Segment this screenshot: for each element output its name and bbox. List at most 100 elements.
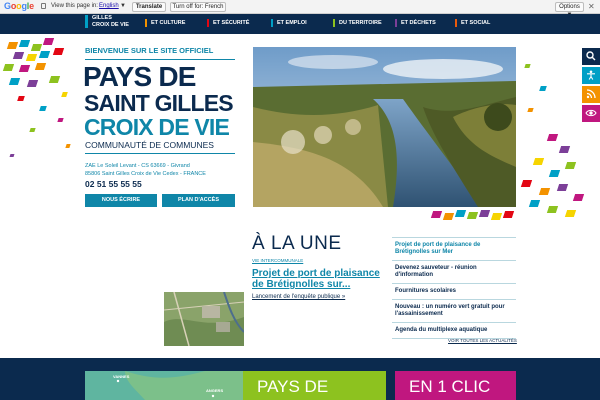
options-button[interactable]: Options ▼: [555, 2, 584, 18]
news-category[interactable]: VIE INTERCOMMUNALE: [252, 258, 303, 263]
mosaic-tile: [25, 54, 38, 61]
language-link[interactable]: English: [99, 3, 119, 9]
close-icon[interactable]: ✕: [588, 2, 595, 11]
nav-item-culture[interactable]: ET CULTURE: [145, 19, 185, 27]
mosaic-tile: [18, 65, 31, 72]
site-title-line2: SAINT GILLES: [84, 90, 234, 116]
nav-brand-line2: CROIX DE VIE: [92, 21, 129, 28]
google-logo: Google: [4, 1, 34, 11]
nav-item-territoire[interactable]: DU TERRITOIRE: [333, 19, 382, 27]
all-news-link[interactable]: VOIR TOUTES LES ACTUALITÉS: [448, 338, 517, 343]
search-button[interactable]: [582, 48, 600, 65]
rss-icon: [586, 89, 596, 99]
mosaic-tile: [39, 106, 47, 111]
mosaic-tile: [572, 194, 585, 201]
mosaic-tile: [26, 80, 39, 87]
mosaic-tile: [564, 210, 577, 217]
mosaic-tile: [454, 210, 467, 217]
mosaic-tile: [527, 108, 534, 112]
chevron-down-icon[interactable]: ▼: [120, 3, 126, 9]
mosaic-tile: [38, 51, 51, 58]
mosaic-tile: [9, 154, 15, 157]
turn-off-button[interactable]: Turn off for: French: [170, 2, 226, 12]
mosaic-tile: [442, 213, 455, 220]
main-nav: GILLES CROIX DE VIE ET CULTURE ET SÉCURI…: [0, 14, 600, 34]
address-line2: 85806 Saint Gilles Croix de Vie Cedex - …: [85, 171, 206, 177]
map-access-button[interactable]: PLAN D'ACCÈS: [162, 194, 235, 207]
territory-map[interactable]: VANNES ANGERS: [85, 371, 243, 400]
featured-article-title[interactable]: Projet de port de plaisance de Brétignol…: [252, 268, 392, 290]
mosaic-tile: [8, 78, 21, 85]
mosaic-tile: [528, 200, 541, 207]
mosaic-tile: [18, 40, 31, 47]
mosaic-tile: [12, 52, 25, 59]
mosaic-tile: [538, 188, 551, 195]
address: ZAE Le Soleil Levant - CS 63669 - Givran…: [85, 162, 206, 178]
mosaic-tile: [546, 134, 559, 141]
list-item[interactable]: Agenda du multiplexe aquatique: [392, 322, 516, 339]
mosaic-tile: [466, 212, 479, 219]
address-line1: ZAE Le Soleil Levant - CS 63669 - Givran…: [85, 163, 190, 169]
list-item[interactable]: Fournitures scolaires: [392, 283, 516, 299]
list-item[interactable]: Devenez sauveteur - réunion d'informatio…: [392, 260, 516, 283]
rss-button[interactable]: [582, 86, 600, 103]
translate-message: View this page in:: [51, 3, 98, 9]
one-click-banner[interactable]: EN 1 CLIC: [395, 371, 516, 400]
nav-item-dechets[interactable]: ET DÉCHETS: [395, 19, 436, 27]
mosaic-tile: [65, 144, 71, 148]
mosaic-tile: [57, 118, 64, 122]
contact-button[interactable]: NOUS ÉCRIRE: [85, 194, 157, 207]
one-click-banner-title: EN 1 CLIC: [409, 377, 491, 396]
mosaic-tile: [524, 64, 531, 68]
google-logo-letter: G: [4, 1, 11, 11]
featured-article-image[interactable]: [164, 292, 244, 346]
mosaic-tile: [532, 158, 545, 165]
site-title-line3: CROIX DE VIE: [84, 114, 230, 140]
hero-photo: [253, 47, 516, 207]
mosaic-tile: [546, 206, 559, 213]
lock-icon: [41, 3, 46, 9]
welcome-kicker: BIENVENUE SUR LE SITE OFFICIEL: [85, 46, 214, 55]
nav-item-social[interactable]: ET SOCIAL: [455, 19, 490, 27]
news-section: À LA UNE VIE INTERCOMMUNALE Projet de po…: [0, 222, 600, 358]
site-subtitle: COMMUNAUTÉ DE COMMUNES: [85, 140, 214, 150]
site-title-line1: PAYS DE: [83, 61, 196, 92]
mosaic-tile: [29, 128, 36, 132]
news-list: Projet de port de plaisance de Brétignol…: [392, 237, 516, 339]
mosaic-tile: [34, 63, 47, 70]
nav-item-securite[interactable]: ET SÉCURITÉ: [207, 19, 249, 27]
mosaic-tile: [48, 76, 61, 83]
mosaic-tile: [30, 44, 43, 51]
featured-article-link[interactable]: Lancement de l'enquête publique »: [252, 294, 345, 300]
divider: [85, 59, 235, 60]
search-icon: [586, 51, 596, 61]
mosaic-tile: [17, 96, 25, 101]
mosaic-tile: [564, 162, 577, 169]
map-label-angers: ANGERS: [206, 388, 224, 393]
mosaic-tile: [490, 213, 503, 220]
mosaic-tile: [558, 146, 571, 153]
mosaic-tile: [42, 38, 55, 45]
translate-bar: Google View this page in: English ▼ Tran…: [0, 0, 600, 18]
nav-item-emploi[interactable]: ET EMPLOI: [271, 19, 307, 27]
phone-number[interactable]: 02 51 55 55 55: [85, 179, 142, 189]
news-heading: À LA UNE: [252, 233, 342, 254]
territory-banner[interactable]: PAYS DE: [243, 371, 386, 400]
mosaic-tile: [556, 184, 569, 191]
nav-brand[interactable]: GILLES CROIX DE VIE: [85, 15, 129, 28]
mosaic-tile: [548, 170, 561, 177]
accessibility-icon: [587, 70, 595, 80]
list-item[interactable]: Projet de port de plaisance de Brétignol…: [392, 237, 516, 260]
territory-banner-title: PAYS DE: [257, 377, 329, 396]
mosaic-tile: [6, 42, 19, 49]
eye-icon: [585, 109, 597, 117]
divider: [85, 153, 235, 154]
translate-button[interactable]: Translate: [132, 2, 166, 12]
list-item[interactable]: Nouveau : un numéro vert gratuit pour l'…: [392, 299, 516, 322]
mosaic-tile: [52, 48, 65, 55]
mosaic-tile: [520, 180, 533, 187]
visibility-button[interactable]: [582, 105, 600, 122]
accessibility-button[interactable]: [582, 67, 600, 84]
mosaic-tile: [539, 86, 547, 91]
mosaic-tile: [430, 211, 443, 218]
